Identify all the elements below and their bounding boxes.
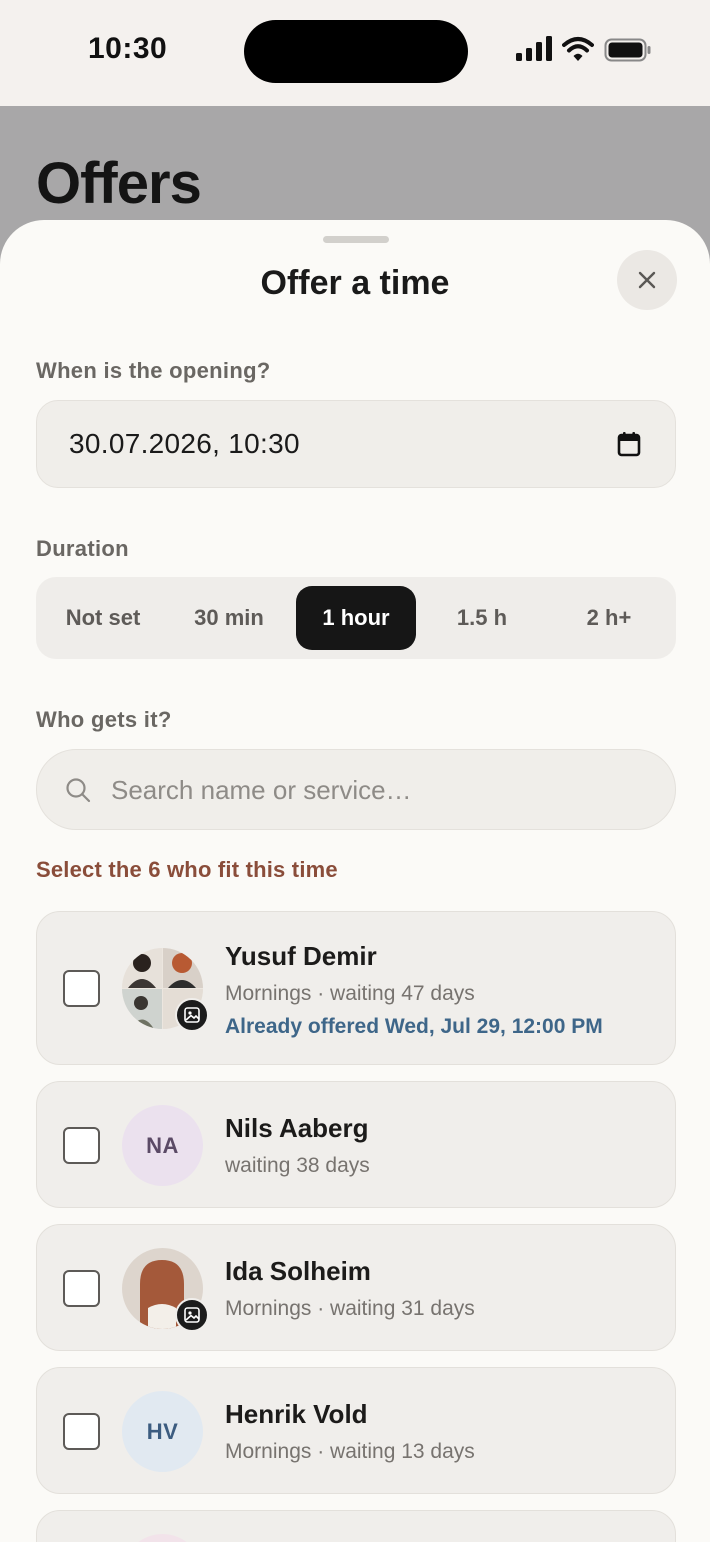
- offer-time-sheet: Offer a time When is the opening? 30.07.…: [0, 220, 710, 1542]
- sheet-grabber[interactable]: [323, 236, 389, 243]
- client-checkbox[interactable]: [63, 1413, 100, 1450]
- opening-datetime-value: 30.07.2026, 10:30: [69, 428, 300, 459]
- avatar-initials: NA: [122, 1105, 203, 1186]
- client-meta: Mornings · waiting 31 days: [225, 1297, 475, 1320]
- client-meta: waiting 38 days: [225, 1154, 370, 1177]
- search-input[interactable]: [111, 770, 631, 810]
- search-field[interactable]: [36, 749, 676, 830]
- opening-label: When is the opening?: [36, 358, 271, 383]
- signal-icon: [516, 36, 552, 61]
- status-time: 10:30: [88, 32, 168, 65]
- client-name: Yusuf Demir: [225, 941, 377, 971]
- recipients-label: Who gets it?: [36, 707, 172, 732]
- status-bar: 10:30: [0, 0, 710, 106]
- wifi-icon: [562, 37, 594, 61]
- client-offered-status: Already offered Wed, Jul 29, 12:00 PM: [225, 1015, 603, 1038]
- duration-option-not-set[interactable]: Not set: [43, 586, 163, 650]
- client-meta: Mornings · waiting 13 days: [225, 1440, 475, 1463]
- client-card-yusuf-demir[interactable]: Yusuf Demir Mornings · waiting 47 days A…: [36, 911, 676, 1065]
- client-meta: Mornings · waiting 47 days: [225, 982, 475, 1005]
- photo-badge: [175, 998, 209, 1032]
- duration-option-1-hour[interactable]: 1 hour: [296, 586, 416, 650]
- avatar: [122, 1534, 203, 1542]
- photo-badge: [175, 1298, 209, 1332]
- close-button[interactable]: [617, 250, 677, 310]
- battery-icon: [604, 38, 651, 62]
- sheet-title: Offer a time: [260, 264, 450, 302]
- opening-datetime-field[interactable]: 30.07.2026, 10:30: [36, 400, 676, 488]
- image-icon: [184, 1307, 200, 1323]
- search-icon: [66, 778, 91, 803]
- client-checkbox[interactable]: [63, 1270, 100, 1307]
- client-checkbox[interactable]: [63, 1127, 100, 1164]
- duration-label: Duration: [36, 536, 129, 561]
- dynamic-island: [244, 20, 468, 83]
- duration-option-2-h-plus[interactable]: 2 h+: [549, 586, 669, 650]
- client-card-ida-solheim[interactable]: Ida Solheim Mornings · waiting 31 days: [36, 1224, 676, 1351]
- image-icon: [184, 1007, 200, 1023]
- client-checkbox[interactable]: [63, 970, 100, 1007]
- client-name: Ida Solheim: [225, 1256, 371, 1286]
- calendar-icon[interactable]: [617, 431, 641, 457]
- avatar: [122, 1248, 209, 1332]
- client-card-henrik-vold[interactable]: HV Henrik Vold Mornings · waiting 13 day…: [36, 1367, 676, 1494]
- client-card-partial[interactable]: [36, 1510, 676, 1542]
- page-title: Offers: [36, 151, 202, 216]
- duration-option-1-5-h[interactable]: 1.5 h: [422, 586, 542, 650]
- client-name: Henrik Vold: [225, 1399, 368, 1429]
- close-icon: [638, 271, 656, 289]
- client-name: Nils Aaberg: [225, 1113, 369, 1143]
- duration-option-30-min[interactable]: 30 min: [169, 586, 289, 650]
- avatar: [122, 948, 209, 1032]
- client-card-nils-aaberg[interactable]: NA Nils Aaberg waiting 38 days: [36, 1081, 676, 1208]
- avatar-initials: HV: [122, 1391, 203, 1472]
- selection-hint: Select the 6 who fit this time: [36, 857, 338, 882]
- duration-selector: Not set 30 min 1 hour 1.5 h 2 h+: [36, 577, 676, 659]
